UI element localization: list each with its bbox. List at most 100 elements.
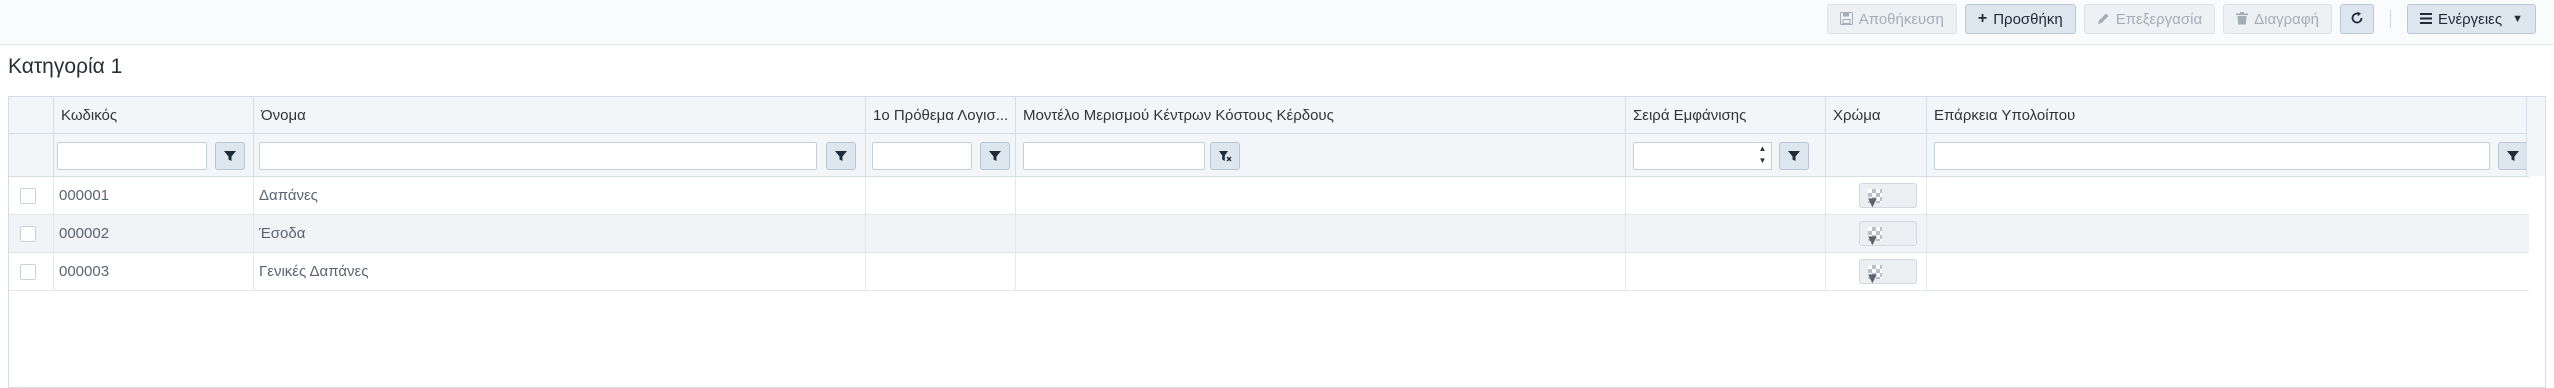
cost-model-cell xyxy=(1016,215,1626,252)
data-grid: Κωδικός Όνομα 1ο Πρόθεμα Λογισ... Μοντέλ… xyxy=(8,96,2546,388)
delete-button[interactable]: Διαγραφή xyxy=(2223,4,2332,34)
edit-label: Επεξεργασία xyxy=(2115,10,2203,28)
trash-icon xyxy=(2236,11,2249,27)
name-value: Δαπάνες xyxy=(259,187,318,204)
name-cell: Γενικές Δαπάνες xyxy=(254,253,866,290)
color-cell: ▼ xyxy=(1826,253,1927,290)
cost-model-cell xyxy=(1016,253,1626,290)
column-header-color-label: Χρώμα xyxy=(1833,107,1881,124)
column-header-balance[interactable]: Επάρκεια Υπολοίπου xyxy=(1927,97,2529,133)
grid-filter-row: ▲ ▼ xyxy=(9,134,2529,177)
filter-cell-code xyxy=(54,134,254,176)
balance-cell xyxy=(1927,253,2529,290)
filter-cell-prefix xyxy=(866,134,1016,176)
cost-model-filter-clear-button[interactable] xyxy=(1210,142,1240,170)
table-row[interactable]: 000002 Έσοδα ▼ xyxy=(9,215,2529,253)
edit-button[interactable]: Επεξεργασία xyxy=(2083,4,2216,34)
cost-model-filter-input[interactable] xyxy=(1023,142,1205,170)
refresh-button[interactable] xyxy=(2339,4,2374,34)
chevron-down-icon: ▼ xyxy=(1865,232,1880,249)
row-checkbox[interactable] xyxy=(20,226,36,242)
code-cell: 000003 xyxy=(54,253,254,290)
code-cell: 000002 xyxy=(54,215,254,252)
prefix-cell xyxy=(866,177,1016,214)
table-row[interactable]: 000003 Γενικές Δαπάνες ▼ xyxy=(9,253,2529,291)
row-select-cell xyxy=(9,177,54,214)
display-order-cell xyxy=(1626,215,1826,252)
column-header-display-order[interactable]: Σειρά Εμφάνισης xyxy=(1626,97,1826,133)
code-cell: 000001 xyxy=(54,177,254,214)
grid-header-row: Κωδικός Όνομα 1ο Πρόθεμα Λογισ... Μοντέλ… xyxy=(9,97,2529,134)
prefix-cell xyxy=(866,215,1016,252)
plus-icon: + xyxy=(1977,10,1988,27)
name-cell: Δαπάνες xyxy=(254,177,866,214)
code-value: 000001 xyxy=(59,187,110,204)
column-header-cost-model-label: Μοντέλο Μερισμού Κέντρων Κόστους Κέρδους xyxy=(1023,107,1334,124)
save-icon xyxy=(1839,11,1853,27)
add-button[interactable]: + Προσθήκη xyxy=(1964,4,2076,34)
column-header-display-order-label: Σειρά Εμφάνισης xyxy=(1633,107,1747,124)
filter-cell-balance xyxy=(1927,134,2529,176)
prefix-filter-button[interactable] xyxy=(980,142,1010,170)
balance-filter-button[interactable] xyxy=(2498,142,2528,170)
toolbar: Αποθήκευση + Προσθήκη Επεξεργασία Διαγρα… xyxy=(0,0,2554,45)
filter-clear-icon xyxy=(1219,151,1232,162)
save-button[interactable]: Αποθήκευση xyxy=(1826,4,1957,34)
save-label: Αποθήκευση xyxy=(1858,10,1944,28)
chevron-down-icon: ▼ xyxy=(1865,270,1880,287)
filter-cell-color xyxy=(1826,134,1927,176)
balance-filter-input[interactable] xyxy=(1934,142,2490,170)
chevron-down-icon: ▼ xyxy=(2512,13,2523,25)
display-order-stepper[interactable]: ▲ ▼ xyxy=(1754,142,1772,170)
prefix-filter-input[interactable] xyxy=(872,142,972,170)
display-order-filter-button[interactable] xyxy=(1779,142,1809,170)
code-filter-input[interactable] xyxy=(57,142,207,170)
toolbar-actions: Αποθήκευση + Προσθήκη Επεξεργασία Διαγρα… xyxy=(1826,4,2536,34)
filter-cell-display-order: ▲ ▼ xyxy=(1626,134,1826,176)
color-picker[interactable]: ▼ xyxy=(1859,183,1917,211)
filter-cell-name xyxy=(254,134,866,176)
name-filter-button[interactable] xyxy=(826,142,856,170)
stepper-down-icon[interactable]: ▼ xyxy=(1754,155,1771,167)
filter-cell-select xyxy=(9,134,54,176)
column-header-cost-model[interactable]: Μοντέλο Μερισμού Κέντρων Κόστους Κέρδους xyxy=(1016,97,1626,133)
code-value: 000003 xyxy=(59,263,110,280)
color-cell: ▼ xyxy=(1826,177,1927,214)
row-checkbox[interactable] xyxy=(20,188,36,204)
name-filter-input[interactable] xyxy=(259,142,817,170)
column-header-code[interactable]: Κωδικός xyxy=(54,97,254,133)
filter-icon xyxy=(2507,151,2519,161)
name-cell: Έσοδα xyxy=(254,215,866,252)
refresh-icon xyxy=(2350,11,2364,27)
toolbar-divider xyxy=(2389,10,2391,28)
column-header-color[interactable]: Χρώμα xyxy=(1826,97,1927,133)
display-order-cell xyxy=(1626,253,1826,290)
filter-cell-cost-model xyxy=(1016,134,1626,176)
column-header-code-label: Κωδικός xyxy=(61,107,118,124)
row-checkbox[interactable] xyxy=(20,264,36,280)
table-row[interactable]: 000001 Δαπάνες ▼ xyxy=(9,177,2529,215)
header-scrollbar-gutter xyxy=(2526,97,2545,176)
filter-icon xyxy=(835,151,847,161)
display-order-filter-input[interactable] xyxy=(1633,142,1755,170)
column-header-prefix[interactable]: 1ο Πρόθεμα Λογισ... xyxy=(866,97,1016,133)
chevron-down-icon: ▼ xyxy=(1865,194,1880,211)
actions-dropdown[interactable]: Ενέργειες ▼ xyxy=(2406,4,2536,34)
delete-label: Διαγραφή xyxy=(2254,10,2319,28)
color-picker[interactable]: ▼ xyxy=(1859,259,1917,287)
column-header-name[interactable]: Όνομα xyxy=(254,97,866,133)
actions-label: Ενέργειες xyxy=(2437,10,2503,28)
display-order-cell xyxy=(1626,177,1826,214)
color-picker[interactable]: ▼ xyxy=(1859,221,1917,249)
prefix-cell xyxy=(866,253,1016,290)
color-cell: ▼ xyxy=(1826,215,1927,252)
stepper-up-icon[interactable]: ▲ xyxy=(1754,143,1771,155)
column-header-name-label: Όνομα xyxy=(261,107,306,124)
add-label: Προσθήκη xyxy=(1993,10,2063,28)
filter-icon xyxy=(989,151,1001,161)
name-value: Γενικές Δαπάνες xyxy=(259,263,369,280)
filter-icon xyxy=(1788,151,1800,161)
code-filter-button[interactable] xyxy=(215,142,245,170)
column-header-balance-label: Επάρκεια Υπολοίπου xyxy=(1934,107,2076,124)
row-select-cell xyxy=(9,253,54,290)
